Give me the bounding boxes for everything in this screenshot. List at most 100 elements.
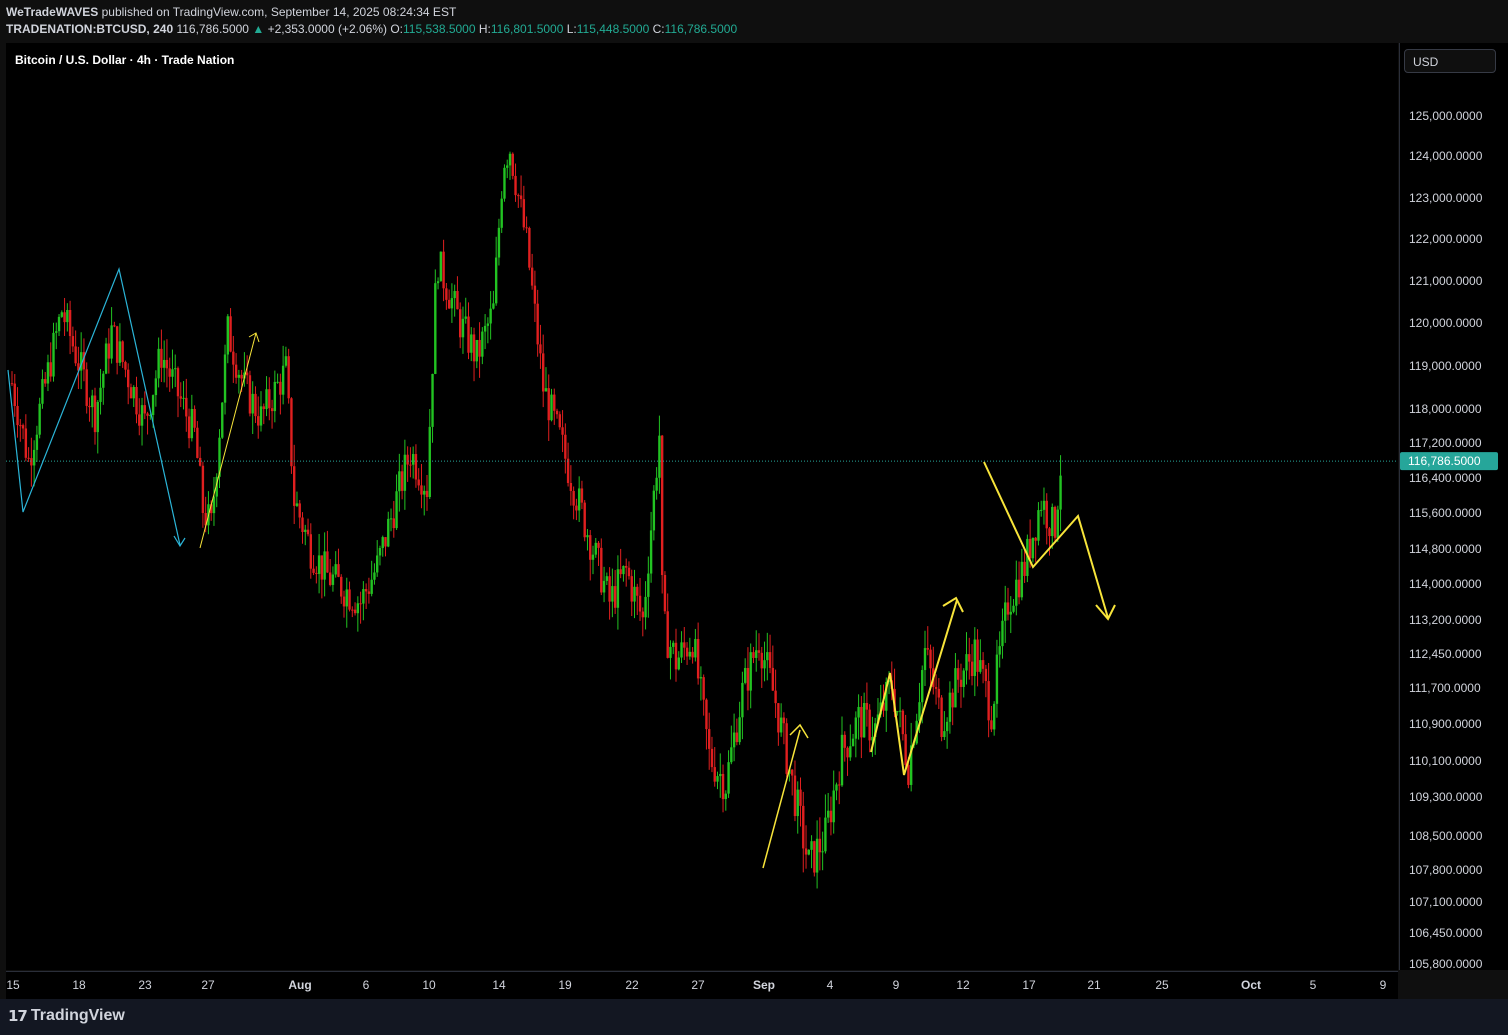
currency-selector[interactable]: USD xyxy=(1404,49,1496,73)
candle-up xyxy=(973,639,976,677)
candle-up xyxy=(699,677,703,679)
candle-down xyxy=(10,383,14,385)
candle-down xyxy=(409,464,412,466)
candle-up xyxy=(376,555,379,573)
candle-up xyxy=(821,851,824,853)
price-tick-label: 124,000.0000 xyxy=(1409,149,1483,163)
candle-down xyxy=(777,703,780,733)
candle-up xyxy=(743,668,747,683)
time-tick-label: 17 xyxy=(1022,978,1036,992)
time-tick-label: 10 xyxy=(422,978,436,992)
candle-up xyxy=(669,646,672,658)
candle-up xyxy=(481,331,484,357)
time-tick-label: Aug xyxy=(288,978,311,992)
candle-up xyxy=(749,652,752,691)
candle-up xyxy=(923,648,927,671)
candle-up xyxy=(1009,611,1012,615)
candle-up xyxy=(954,668,957,708)
projection-path[interactable] xyxy=(983,461,1109,619)
candle-down xyxy=(804,848,808,855)
candle-up xyxy=(1056,509,1059,538)
candle-down xyxy=(179,396,182,399)
candle-down xyxy=(530,267,534,286)
candle-up xyxy=(550,394,553,421)
candle-down xyxy=(865,703,869,710)
candle-down xyxy=(793,775,797,817)
price-tick-label: 120,000.0000 xyxy=(1409,316,1483,330)
candle-down xyxy=(785,723,788,774)
candle-down xyxy=(24,428,28,458)
candle-up xyxy=(995,654,999,704)
candle-up xyxy=(652,490,656,531)
candle-up xyxy=(633,586,636,602)
candle-up xyxy=(276,381,279,383)
price-tick-label: 118,000.0000 xyxy=(1409,402,1482,416)
time-tick-label: Oct xyxy=(1241,978,1261,992)
candle-up xyxy=(962,670,965,687)
candle-up xyxy=(591,554,595,560)
candle-up xyxy=(356,603,360,614)
candle-up xyxy=(489,308,492,324)
candle-up xyxy=(423,490,426,495)
candle-up xyxy=(46,362,50,384)
candle-down xyxy=(168,368,171,377)
candle-up xyxy=(464,316,467,319)
candle-up xyxy=(835,784,838,791)
candle-up xyxy=(251,393,254,414)
candle-down xyxy=(752,652,755,658)
candle-up xyxy=(948,692,952,722)
candle-down xyxy=(575,505,578,511)
candle-down xyxy=(290,398,293,467)
candle-down xyxy=(799,789,802,806)
candle-down xyxy=(818,838,822,853)
candle-up xyxy=(403,454,407,491)
candle-up xyxy=(387,518,390,547)
candle-down xyxy=(627,567,631,577)
candle-up xyxy=(992,703,996,730)
time-tick-label: 5 xyxy=(1310,978,1317,992)
candle-down xyxy=(696,638,700,679)
candle-down xyxy=(309,534,312,569)
price-tick-label: 113,200.0000 xyxy=(1409,613,1482,627)
candle-down xyxy=(143,405,146,414)
candle-down xyxy=(328,572,332,585)
candle-down xyxy=(1006,602,1010,615)
yellow-wave-drawing[interactable] xyxy=(199,332,257,549)
candle-down xyxy=(951,692,954,708)
candle-up xyxy=(171,369,174,377)
candle-up xyxy=(544,388,548,392)
candle-down xyxy=(553,394,556,411)
candle-up xyxy=(1037,510,1040,541)
candle-up xyxy=(284,356,288,366)
candle-up xyxy=(265,389,268,410)
candle-up xyxy=(174,368,177,370)
candle-down xyxy=(791,769,794,776)
candle-down xyxy=(268,389,271,409)
candle-down xyxy=(528,227,531,268)
candle-up xyxy=(503,167,506,199)
footer: 𝟭𝟳 TradingView xyxy=(0,999,1508,1035)
candle-up xyxy=(157,348,160,379)
candle-up xyxy=(719,773,722,777)
candle-down xyxy=(757,650,761,653)
chart-title: Bitcoin / U.S. Dollar · 4h · Trade Natio… xyxy=(15,53,235,67)
candle-up xyxy=(38,403,41,435)
candle-up xyxy=(851,738,855,747)
candle-down xyxy=(771,667,775,691)
candle-down xyxy=(138,414,141,426)
candle-down xyxy=(459,309,462,338)
price-tick-label: 119,000.0000 xyxy=(1409,359,1482,373)
candle-down xyxy=(315,572,318,574)
chart-canvas[interactable]: 125,000.0000 124,000.0000 123,000.0000 122,… xyxy=(0,0,1508,1035)
price-tick-label: 109,300.0000 xyxy=(1409,790,1483,804)
candle-up xyxy=(807,849,810,855)
candle-up xyxy=(237,374,241,378)
candle-up xyxy=(738,717,741,743)
candle-down xyxy=(248,375,252,414)
candle-down xyxy=(638,595,642,612)
candle-down xyxy=(539,344,542,354)
price-tick-label: 105,800.0000 xyxy=(1409,957,1483,971)
time-tick-label: 15 xyxy=(6,978,20,992)
tradingview-logo[interactable]: 𝟭𝟳 TradingView xyxy=(8,1007,125,1025)
candle-up xyxy=(389,518,393,520)
